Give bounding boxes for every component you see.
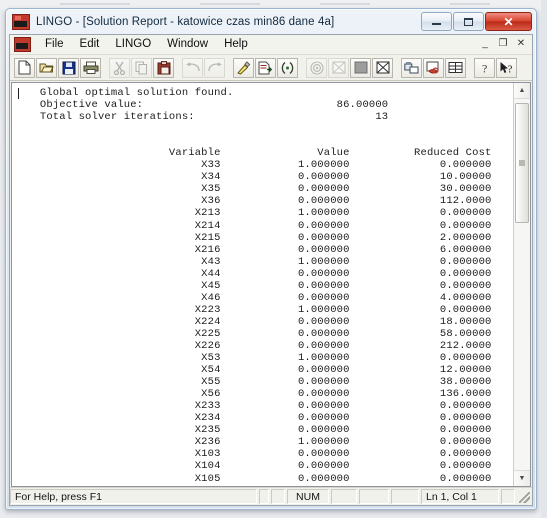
- vertical-scrollbar[interactable]: ▲ ▼: [513, 83, 530, 486]
- scroll-down-arrow[interactable]: ▼: [514, 470, 530, 486]
- status-pad-1: [259, 489, 269, 504]
- floppy-disk-icon: [62, 61, 75, 74]
- stop-solver-button[interactable]: [350, 57, 371, 78]
- model-statistics-button[interactable]: [423, 57, 444, 78]
- grid-table-icon: [448, 62, 463, 73]
- go-to-line-button[interactable]: [255, 57, 276, 78]
- find-button[interactable]: [233, 57, 254, 78]
- document-arrow-icon: [258, 61, 273, 74]
- status-help-text: For Help, press F1: [10, 489, 257, 504]
- svg-text:?: ?: [482, 61, 487, 75]
- report-text-pane[interactable]: Global optimal solution found. Objective…: [12, 83, 513, 486]
- desktop-edge: [541, 0, 547, 518]
- resize-grip[interactable]: [517, 489, 531, 504]
- cut-button[interactable]: [109, 57, 130, 78]
- title-bar[interactable]: LINGO - [Solution Report - katowice czas…: [8, 11, 534, 33]
- mdi-close-button[interactable]: ✕: [513, 36, 529, 51]
- minimize-button[interactable]: [421, 12, 452, 31]
- new-file-button[interactable]: [14, 57, 35, 78]
- arrow-question-icon: ?: [500, 61, 512, 75]
- solution-report-document: Global optimal solution found. Objective…: [11, 82, 531, 487]
- undo-arrow-icon: [185, 62, 200, 72]
- solution-report-text: Global optimal solution found. Objective…: [39, 87, 492, 486]
- print-button[interactable]: [80, 57, 101, 78]
- open-folder-icon: [39, 63, 54, 73]
- filled-square-icon: [354, 61, 367, 74]
- boxed-x-icon: [376, 61, 389, 74]
- crossed-box-icon: [332, 61, 345, 74]
- printer-icon: [83, 61, 98, 74]
- mdi-window-controls: _ ❐ ✕: [477, 36, 529, 51]
- red-ribbon-icon: [426, 61, 439, 74]
- status-pad-5: [391, 489, 419, 504]
- status-pad-6: [501, 489, 515, 504]
- bullseye-target-icon: [309, 60, 324, 75]
- svg-text:?: ?: [507, 63, 512, 75]
- status-pad-4: [359, 489, 389, 504]
- status-cursor-position: Ln 1, Col 1: [421, 489, 499, 504]
- scrollbar-track[interactable]: [514, 99, 530, 470]
- solution-report-button[interactable]: [328, 57, 349, 78]
- redo-arrow-icon: [207, 62, 222, 72]
- menu-item-edit[interactable]: Edit: [72, 36, 108, 53]
- scrollbar-thumb[interactable]: [515, 103, 529, 223]
- copy-button[interactable]: [131, 57, 152, 78]
- context-help-button[interactable]: ?: [496, 57, 517, 78]
- menu-item-window[interactable]: Window: [159, 36, 216, 53]
- about-button[interactable]: ?: [474, 57, 495, 78]
- toolbar: ? ?: [10, 55, 532, 81]
- lingo-app-icon: [12, 14, 30, 30]
- close-all-button[interactable]: [372, 57, 393, 78]
- paste-button[interactable]: [153, 57, 174, 78]
- window-tile-icon: [404, 61, 419, 73]
- model-generator-button[interactable]: [445, 57, 466, 78]
- mdi-restore-button[interactable]: ❐: [495, 36, 511, 51]
- window-controls: ✕: [420, 12, 532, 31]
- status-pad-3: [331, 489, 357, 504]
- scroll-up-arrow[interactable]: ▲: [514, 83, 530, 99]
- lingo-main-window: LINGO - [Solution Report - katowice czas…: [5, 8, 537, 510]
- new-document-icon: [18, 60, 31, 75]
- open-file-button[interactable]: [36, 57, 57, 78]
- close-button[interactable]: ✕: [485, 12, 532, 31]
- maximize-button[interactable]: [453, 12, 484, 31]
- client-area: File Edit LINGO Window Help _ ❐ ✕ ? ? Gl…: [9, 34, 533, 506]
- solve-button[interactable]: [306, 57, 327, 78]
- model-picture-button[interactable]: [401, 57, 422, 78]
- redo-button[interactable]: [204, 57, 225, 78]
- mdi-minimize-button[interactable]: _: [477, 36, 493, 51]
- status-bar: For Help, press F1 NUM Ln 1, Col 1: [10, 487, 532, 505]
- parenthesis-icon: [281, 61, 294, 74]
- match-parenthesis-button[interactable]: [277, 57, 298, 78]
- scissors-icon: [114, 61, 125, 75]
- save-file-button[interactable]: [58, 57, 79, 78]
- window-title: LINGO - [Solution Report - katowice czas…: [36, 16, 335, 28]
- question-mark-icon: ?: [482, 61, 487, 75]
- magnifier-pencil-icon: [237, 60, 251, 75]
- document-system-icon[interactable]: [14, 37, 31, 52]
- menu-bar: File Edit LINGO Window Help _ ❐ ✕: [10, 35, 532, 55]
- menu-item-lingo[interactable]: LINGO: [107, 36, 159, 53]
- text-caret: [18, 88, 19, 99]
- undo-button[interactable]: [182, 57, 203, 78]
- status-num-lock: NUM: [287, 489, 329, 504]
- clipboard-paste-icon: [157, 60, 170, 74]
- menu-item-file[interactable]: File: [37, 36, 72, 53]
- menu-item-help[interactable]: Help: [216, 36, 256, 53]
- copy-pages-icon: [135, 61, 147, 74]
- status-pad-2: [271, 489, 285, 504]
